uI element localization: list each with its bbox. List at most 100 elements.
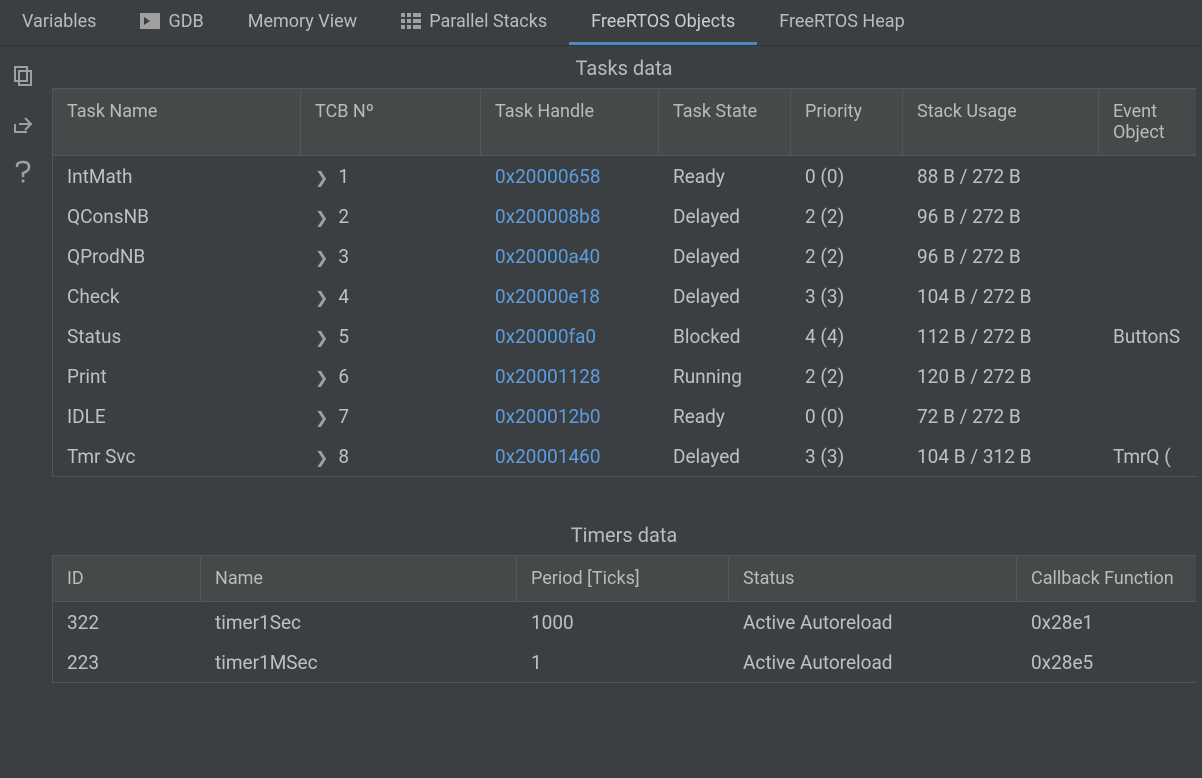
col-stack[interactable]: Stack Usage bbox=[903, 89, 1099, 155]
tab-variables[interactable]: Variables bbox=[0, 0, 118, 45]
cell-stack: 104 B / 312 B bbox=[903, 445, 1099, 468]
col-tcb[interactable]: TCB Nº bbox=[301, 89, 481, 155]
cell-priority: 4 (4) bbox=[791, 325, 903, 348]
tab-memory-view[interactable]: Memory View bbox=[226, 0, 379, 45]
chevron-right-icon[interactable]: ❯ bbox=[315, 248, 328, 267]
col-id[interactable]: ID bbox=[53, 556, 201, 601]
table-row[interactable]: Status❯50x20000fa0Blocked4 (4)112 B / 27… bbox=[53, 316, 1196, 356]
cell-stack: 104 B / 272 B bbox=[903, 285, 1099, 308]
main-panel: Tasks data Task Name TCB Nº Task Handle … bbox=[46, 46, 1202, 778]
cell-stack: 96 B / 272 B bbox=[903, 205, 1099, 228]
cell-handle: 0x20000e18 bbox=[481, 285, 659, 308]
tasks-table: Task Name TCB Nº Task Handle Task State … bbox=[52, 88, 1196, 477]
help-icon[interactable] bbox=[11, 160, 35, 184]
table-row[interactable]: Tmr Svc❯80x20001460Delayed3 (3)104 B / 3… bbox=[53, 436, 1196, 476]
cell-tcb: ❯2 bbox=[301, 205, 481, 228]
table-row[interactable]: IntMath❯10x20000658Ready0 (0)88 B / 272 … bbox=[53, 156, 1196, 196]
cell-period: 1 bbox=[517, 651, 729, 674]
chevron-right-icon[interactable]: ❯ bbox=[315, 288, 328, 307]
cell-stack: 96 B / 272 B bbox=[903, 245, 1099, 268]
cell-tcb: ❯4 bbox=[301, 285, 481, 308]
cell-task-name: QConsNB bbox=[53, 205, 301, 228]
cell-stack: 112 B / 272 B bbox=[903, 325, 1099, 348]
cell-state: Blocked bbox=[659, 325, 791, 348]
cell-id: 223 bbox=[53, 651, 201, 674]
col-state[interactable]: Task State bbox=[659, 89, 791, 155]
copy-icon[interactable] bbox=[11, 64, 35, 88]
timers-title: Timers data bbox=[46, 513, 1202, 555]
tab-label: FreeRTOS Heap bbox=[779, 11, 904, 32]
cell-handle: 0x20000fa0 bbox=[481, 325, 659, 348]
timers-header-row: ID Name Period [Ticks] Status Callback F… bbox=[53, 556, 1196, 602]
tab-label: GDB bbox=[168, 11, 203, 32]
chevron-right-icon[interactable]: ❯ bbox=[315, 408, 328, 427]
cell-status: Active Autoreload bbox=[729, 611, 1017, 634]
cell-priority: 2 (2) bbox=[791, 365, 903, 388]
cell-name: timer1MSec bbox=[201, 651, 517, 674]
col-event[interactable]: Event Object bbox=[1099, 89, 1196, 155]
cell-tcb: ❯1 bbox=[301, 165, 481, 188]
chevron-right-icon[interactable]: ❯ bbox=[315, 208, 328, 227]
cell-handle: 0x20000658 bbox=[481, 165, 659, 188]
col-name[interactable]: Name bbox=[201, 556, 517, 601]
cell-task-name: Status bbox=[53, 325, 301, 348]
tasks-title: Tasks data bbox=[46, 46, 1202, 88]
table-row[interactable]: 223timer1MSec1Active Autoreload0x28e5 bbox=[53, 642, 1196, 682]
timers-table: ID Name Period [Ticks] Status Callback F… bbox=[52, 555, 1196, 683]
terminal-icon bbox=[140, 13, 160, 29]
cell-handle: 0x20000a40 bbox=[481, 245, 659, 268]
cell-priority: 0 (0) bbox=[791, 405, 903, 428]
cell-handle: 0x20001460 bbox=[481, 445, 659, 468]
cell-event: TmrQ ( bbox=[1099, 445, 1196, 468]
col-period[interactable]: Period [Ticks] bbox=[517, 556, 729, 601]
table-row[interactable]: QConsNB❯20x200008b8Delayed2 (2)96 B / 27… bbox=[53, 196, 1196, 236]
table-row[interactable]: IDLE❯70x200012b0Ready0 (0)72 B / 272 B bbox=[53, 396, 1196, 436]
chevron-right-icon[interactable]: ❯ bbox=[315, 328, 328, 347]
col-callback[interactable]: Callback Function bbox=[1017, 556, 1196, 601]
cell-event: ButtonS bbox=[1099, 325, 1196, 348]
cell-handle: 0x200008b8 bbox=[481, 205, 659, 228]
leftbar bbox=[0, 46, 46, 778]
table-row[interactable]: Print❯60x20001128Running2 (2)120 B / 272… bbox=[53, 356, 1196, 396]
export-icon[interactable] bbox=[11, 112, 35, 136]
tab-label: FreeRTOS Objects bbox=[591, 11, 735, 32]
table-row[interactable]: 322timer1Sec1000Active Autoreload0x28e1 bbox=[53, 602, 1196, 642]
cell-handle: 0x200012b0 bbox=[481, 405, 659, 428]
cell-priority: 3 (3) bbox=[791, 445, 903, 468]
tab-freertos-objects[interactable]: FreeRTOS Objects bbox=[569, 0, 757, 45]
cell-state: Delayed bbox=[659, 445, 791, 468]
cell-period: 1000 bbox=[517, 611, 729, 634]
cell-priority: 0 (0) bbox=[791, 165, 903, 188]
chevron-right-icon[interactable]: ❯ bbox=[315, 448, 328, 467]
cell-stack: 72 B / 272 B bbox=[903, 405, 1099, 428]
cell-state: Ready bbox=[659, 165, 791, 188]
cell-handle: 0x20001128 bbox=[481, 365, 659, 388]
tab-label: Memory View bbox=[248, 11, 357, 32]
cell-stack: 120 B / 272 B bbox=[903, 365, 1099, 388]
chevron-right-icon[interactable]: ❯ bbox=[315, 168, 328, 187]
tab-freertos-heap[interactable]: FreeRTOS Heap bbox=[757, 0, 926, 45]
stacks-icon bbox=[401, 13, 421, 29]
cell-task-name: IntMath bbox=[53, 165, 301, 188]
col-task-name[interactable]: Task Name bbox=[53, 89, 301, 155]
tab-label: Variables bbox=[22, 11, 96, 32]
col-status[interactable]: Status bbox=[729, 556, 1017, 601]
cell-priority: 2 (2) bbox=[791, 205, 903, 228]
cell-task-name: QProdNB bbox=[53, 245, 301, 268]
cell-state: Delayed bbox=[659, 285, 791, 308]
tasks-header-row: Task Name TCB Nº Task Handle Task State … bbox=[53, 89, 1196, 156]
cell-stack: 88 B / 272 B bbox=[903, 165, 1099, 188]
chevron-right-icon[interactable]: ❯ bbox=[315, 368, 328, 387]
cell-state: Delayed bbox=[659, 245, 791, 268]
cell-callback: 0x28e1 bbox=[1017, 611, 1196, 634]
cell-state: Delayed bbox=[659, 205, 791, 228]
table-row[interactable]: Check❯40x20000e18Delayed3 (3)104 B / 272… bbox=[53, 276, 1196, 316]
cell-tcb: ❯6 bbox=[301, 365, 481, 388]
table-row[interactable]: QProdNB❯30x20000a40Delayed2 (2)96 B / 27… bbox=[53, 236, 1196, 276]
tab-gdb[interactable]: GDB bbox=[118, 0, 225, 45]
cell-task-name: Print bbox=[53, 365, 301, 388]
cell-state: Ready bbox=[659, 405, 791, 428]
col-handle[interactable]: Task Handle bbox=[481, 89, 659, 155]
col-priority[interactable]: Priority bbox=[791, 89, 903, 155]
tab-parallel-stacks[interactable]: Parallel Stacks bbox=[379, 0, 569, 45]
